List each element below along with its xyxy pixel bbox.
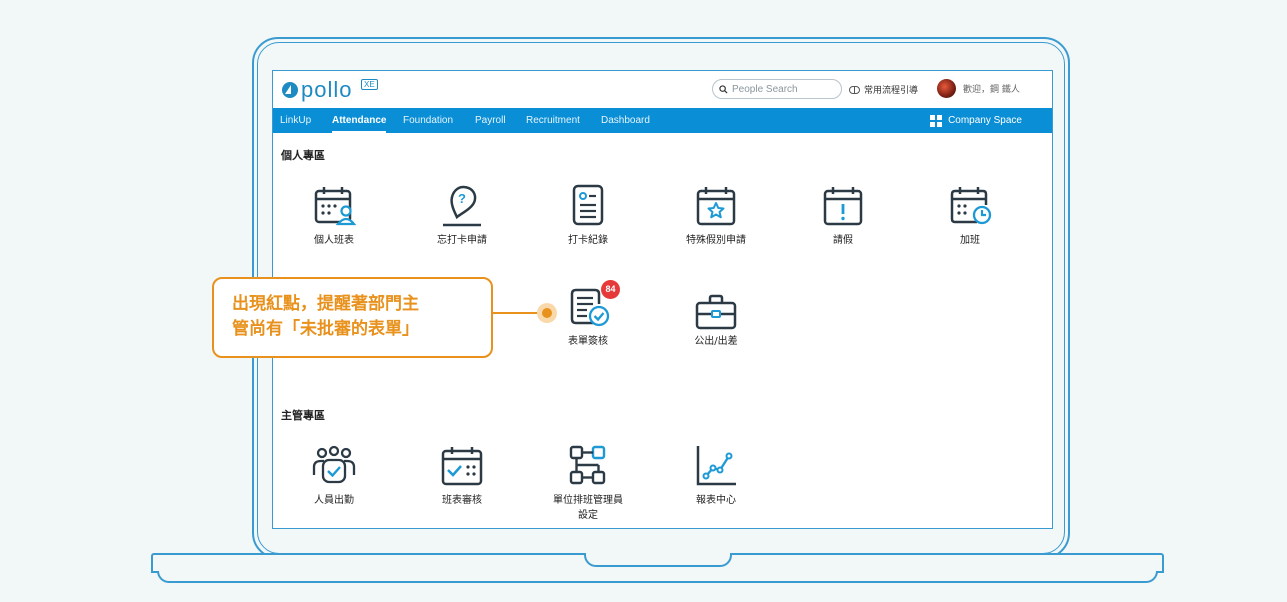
calendar-check-icon — [439, 443, 485, 489]
logo-text: pollo — [301, 77, 353, 102]
calendar-person-icon — [311, 183, 357, 229]
calendar-star-icon — [693, 183, 739, 229]
search-input[interactable] — [728, 83, 832, 95]
top-bar: pollo XE 常用流程引導 歡迎，鋼 鐵人 — [273, 71, 1052, 108]
nav-foundation[interactable]: Foundation — [403, 108, 453, 133]
main-nav: LinkUp Attendance Foundation Payroll Rec… — [273, 108, 1052, 133]
tile-label: 加班 — [960, 235, 980, 246]
search-icon — [719, 84, 728, 94]
tile-label: 打卡紀錄 — [568, 235, 608, 246]
callout-line-1: 出現紅點，提醒著部門主 — [232, 294, 419, 314]
guide-link[interactable]: 常用流程引導 — [849, 83, 918, 96]
callout-line-2: 管尚有「未批審的表單」 — [232, 319, 419, 339]
tile-report-center[interactable]: 報表中心 — [661, 443, 771, 508]
tile-special-leave[interactable]: 特殊假別申請 — [661, 183, 771, 248]
tile-label: 表單簽核 — [568, 336, 608, 347]
tile-label: 特殊假別申請 — [686, 235, 746, 246]
calendar-alert-icon — [820, 183, 866, 229]
svg-text:?: ? — [458, 191, 466, 206]
callout-dot — [537, 303, 557, 323]
company-space-link[interactable]: Company Space — [930, 108, 1022, 133]
callout-box: 出現紅點，提醒著部門主 管尚有「未批審的表單」 — [212, 277, 493, 358]
pending-count-badge: 84 — [601, 280, 620, 299]
tile-label: 忘打卡申請 — [437, 235, 487, 246]
user-menu[interactable]: 歡迎，鋼 鐵人 — [937, 79, 1020, 98]
nav-dashboard[interactable]: Dashboard — [601, 108, 650, 133]
calendar-clock-icon — [947, 183, 993, 229]
tile-overtime[interactable]: 加班 — [915, 183, 1025, 248]
tile-label: 報表中心 — [696, 495, 736, 506]
laptop-base — [151, 553, 1164, 585]
tile-staff-attendance[interactable]: 人員出勤 — [279, 443, 389, 508]
guide-label: 常用流程引導 — [864, 86, 919, 96]
guide-icon — [849, 85, 860, 94]
clipboard-list-icon — [565, 183, 611, 229]
map-pin-question-icon: ? — [439, 183, 485, 229]
active-tab-indicator — [332, 131, 387, 133]
nav-linkup[interactable]: LinkUp — [280, 108, 311, 133]
org-chart-icon — [565, 443, 611, 489]
tile-unit-scheduler[interactable]: 單位排班管理員設定 — [533, 443, 643, 523]
tile-label: 單位排班管理員設定 — [553, 495, 623, 521]
callout-connector — [493, 312, 541, 314]
tile-missed-punch[interactable]: ? 忘打卡申請 — [407, 183, 517, 248]
form-approve-icon: 84 — [565, 280, 620, 330]
tile-leave[interactable]: 請假 — [788, 183, 898, 248]
tile-label: 個人班表 — [314, 235, 354, 246]
manager-section-title: 主管專區 — [281, 409, 325, 422]
nav-payroll[interactable]: Payroll — [475, 108, 506, 133]
nav-recruitment[interactable]: Recruitment — [526, 108, 580, 133]
user-greeting: 歡迎，鋼 鐵人 — [963, 85, 1020, 95]
tile-punch-record[interactable]: 打卡紀錄 — [533, 183, 643, 248]
logo-mark-icon — [282, 82, 298, 98]
company-space-label: Company Space — [948, 115, 1022, 126]
avatar — [937, 79, 956, 98]
tile-label: 班表審核 — [442, 495, 482, 506]
apollo-logo[interactable]: pollo XE — [281, 77, 378, 103]
tile-schedule-review[interactable]: 班表審核 — [407, 443, 517, 508]
tile-personal-schedule[interactable]: 個人班表 — [279, 183, 389, 248]
tile-label: 人員出勤 — [314, 495, 354, 506]
logo-badge: XE — [361, 79, 378, 90]
personal-section-title: 個人專區 — [281, 149, 325, 162]
tile-label: 請假 — [833, 235, 853, 246]
nav-attendance[interactable]: Attendance — [332, 108, 387, 133]
line-chart-icon — [693, 443, 739, 489]
tile-label: 公出/出差 — [694, 336, 738, 347]
grid-icon — [930, 114, 943, 127]
people-check-icon — [311, 443, 357, 489]
people-search[interactable] — [712, 79, 842, 99]
tile-business-trip[interactable]: 公出/出差 — [661, 294, 771, 349]
briefcase-icon — [693, 294, 739, 330]
